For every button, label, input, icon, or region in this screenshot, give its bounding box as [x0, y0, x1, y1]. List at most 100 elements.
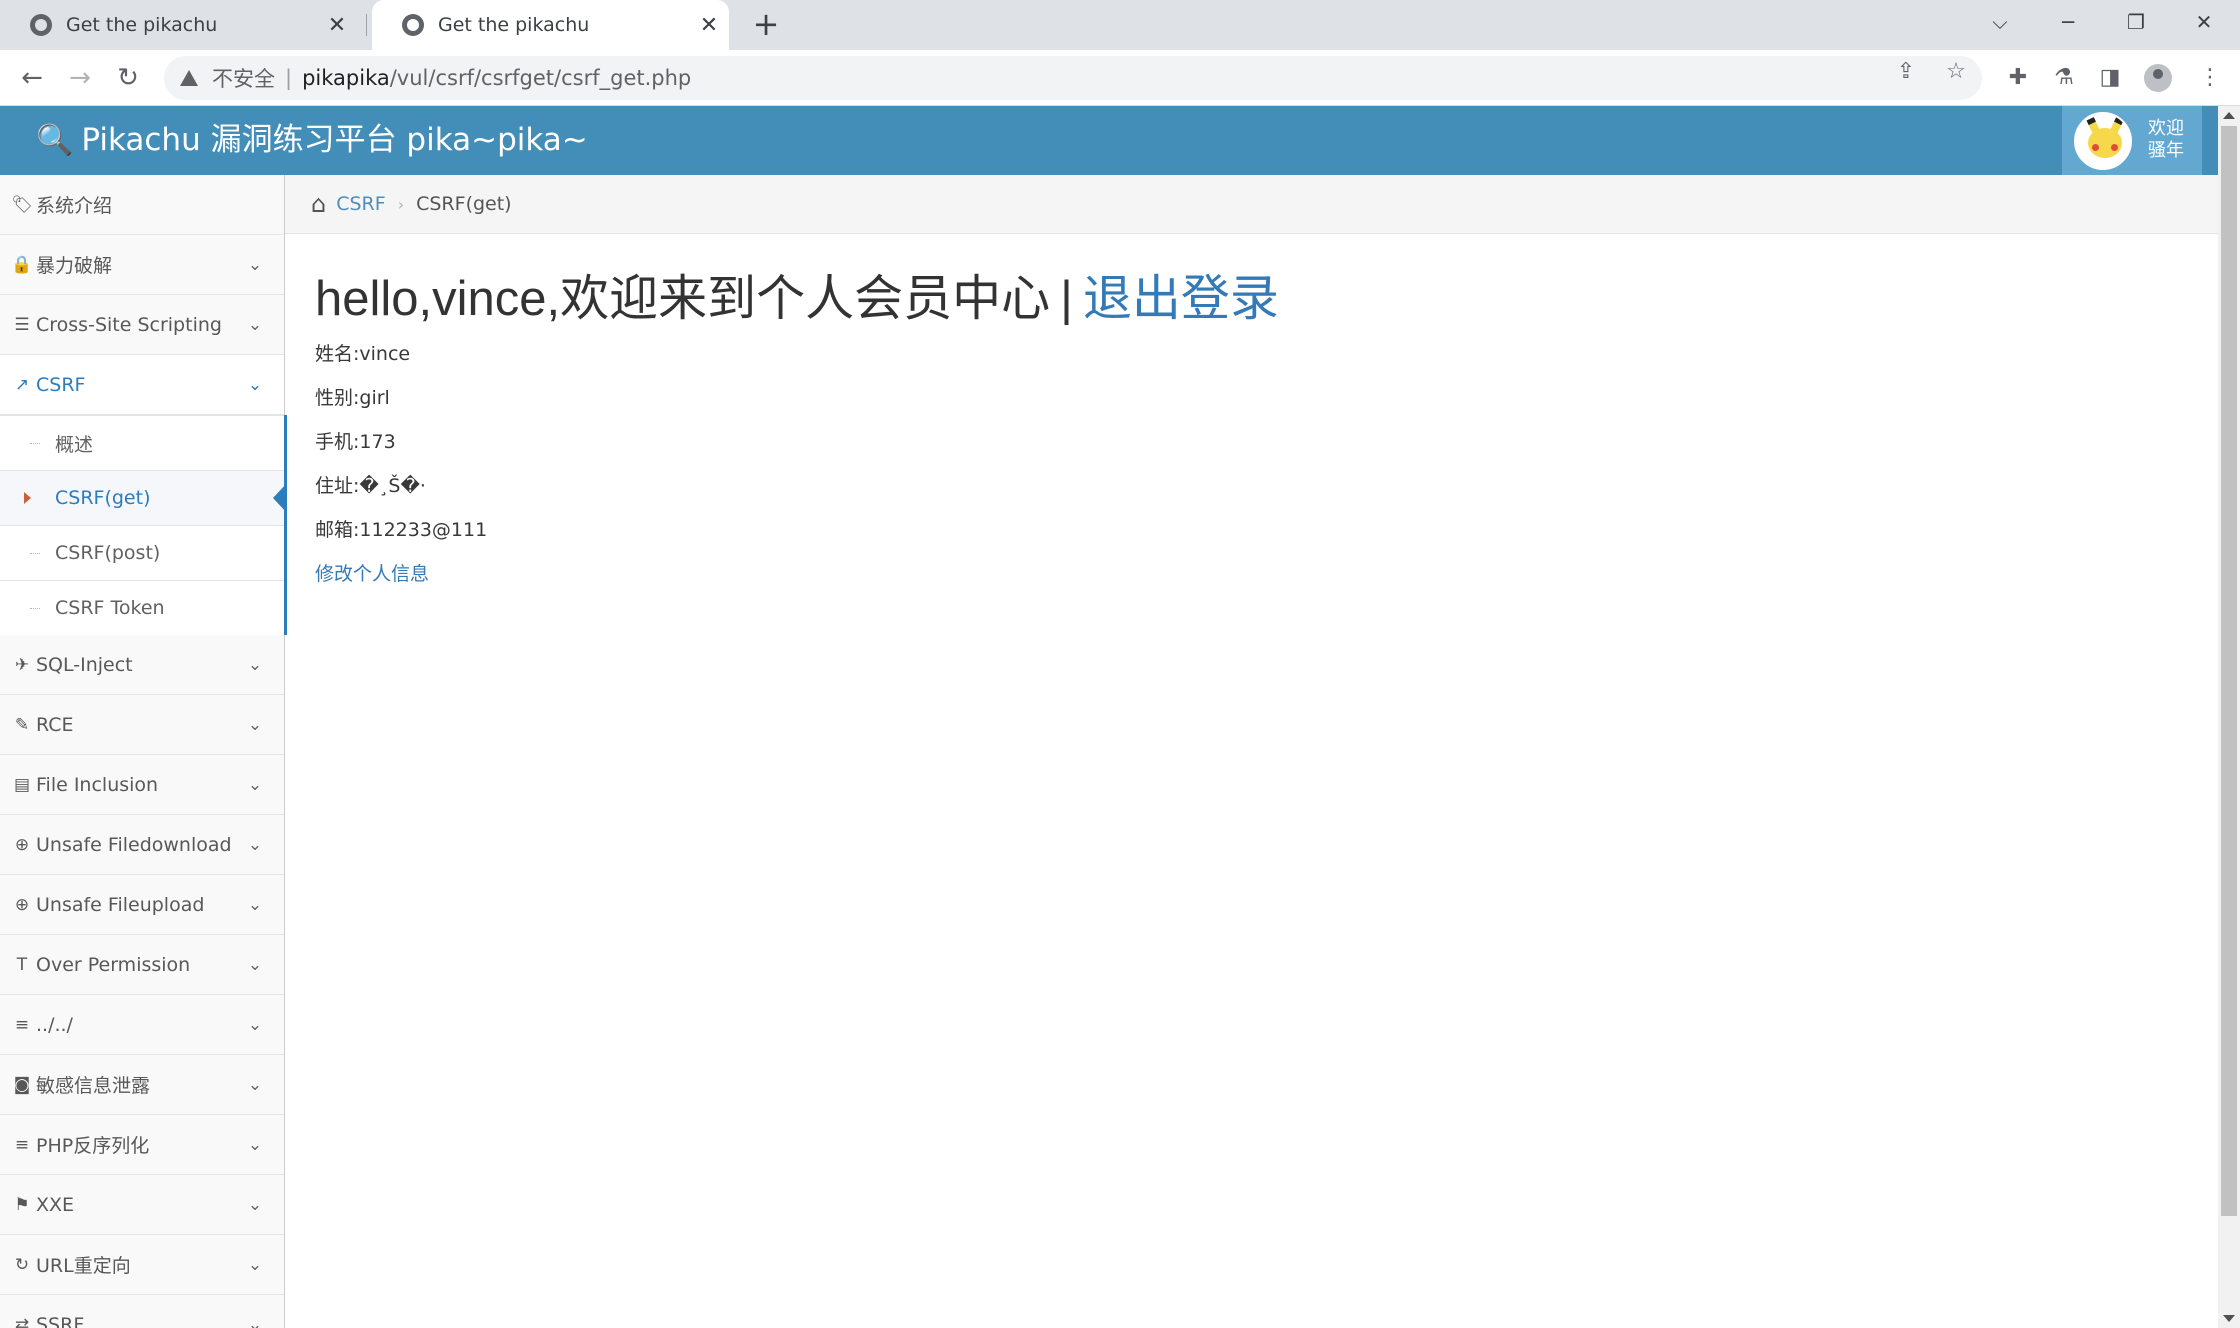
browser-tabstrip: Get the pikachu ✕ Get the pikachu ✕ + ⌵ …	[0, 0, 2240, 50]
chevron-down-icon: ⌄	[247, 834, 263, 855]
tab-title: Get the pikachu	[66, 14, 218, 36]
scroll-down-icon[interactable]	[2223, 1315, 2235, 1322]
globe-icon	[30, 14, 52, 36]
sidebar-item-intro[interactable]: 🏷 系统介绍	[0, 175, 284, 235]
external-link-icon: ↗	[14, 374, 30, 395]
chevron-down-icon: ⌄	[247, 1254, 263, 1275]
flask-icon[interactable]: ⚗	[2046, 60, 2082, 96]
list-icon: ☰	[14, 314, 30, 335]
tab-search-icon[interactable]: ⌵	[1970, 0, 2030, 44]
sidebar-item-ssrf[interactable]: ⇄ SSRF ⌄	[0, 1295, 284, 1328]
info-address: 住址:�¸Š�·	[315, 475, 426, 497]
chevron-down-icon: ⌄	[247, 374, 263, 395]
profile-icon[interactable]	[2144, 64, 2172, 92]
address-separator: |	[285, 66, 293, 90]
breadcrumb-csrf-link[interactable]: CSRF	[336, 193, 385, 215]
info-gender: 性别:girl	[315, 387, 390, 409]
page-viewport: 🔍 Pikachu 漏洞练习平台 pika~pika~ 欢迎骚年 🏷 系统介绍 🔒 暴力…	[0, 106, 2240, 1328]
sidebar-item-label: RCE	[36, 713, 74, 736]
share-icon[interactable]: ⇪	[1892, 58, 1920, 86]
browser-toolbar: ← → ↻ 不安全 | pikapika /vul/csrf/csrfget/c…	[0, 50, 2240, 106]
restore-button[interactable]: ❐	[2106, 0, 2166, 44]
chevron-down-icon: ⌄	[247, 314, 263, 335]
sidebar-item-xss[interactable]: ☰ Cross-Site Scripting ⌄	[0, 295, 284, 355]
browser-tab-2-active[interactable]: Get the pikachu ✕	[372, 0, 729, 50]
chevron-down-icon: ⌄	[247, 1134, 263, 1155]
warning-icon[interactable]	[180, 70, 198, 86]
scroll-up-icon[interactable]	[2223, 112, 2235, 119]
sidebar-item-label: SQL-Inject	[36, 653, 133, 676]
sidebar-item-label: Unsafe Filedownload	[36, 833, 232, 856]
browser-tab-1[interactable]: Get the pikachu ✕	[0, 0, 357, 50]
sidebar-item-xxe[interactable]: ⚑ XXE ⌄	[0, 1175, 284, 1235]
page-scrollbar[interactable]	[2218, 106, 2240, 1328]
info-email: 邮箱:112233@111	[315, 519, 488, 541]
close-window-button[interactable]: ✕	[2174, 0, 2234, 44]
back-icon[interactable]: ←	[14, 60, 50, 96]
tab-title: Get the pikachu	[438, 14, 590, 36]
sidebar-item-rce[interactable]: ✎ RCE ⌄	[0, 695, 284, 755]
submenu-item-overview[interactable]: 概述	[0, 415, 284, 470]
submenu-item-csrf-token[interactable]: CSRF Token	[0, 580, 284, 635]
side-panel-icon[interactable]: ◨	[2092, 60, 2128, 96]
chevron-down-icon: ⌄	[247, 1314, 263, 1328]
sidebar-item-dir-traversal[interactable]: ≡ ../../ ⌄	[0, 995, 284, 1055]
address-bar[interactable]: 不安全 | pikapika /vul/csrf/csrfget/csrf_ge…	[164, 56, 1982, 100]
sidebar-item-label: SSRF	[36, 1313, 85, 1328]
kebab-menu-icon[interactable]: ⋮	[2192, 60, 2228, 96]
security-label[interactable]: 不安全	[212, 63, 275, 93]
logout-link[interactable]: 退出登录	[1083, 272, 1279, 326]
sidebar-item-label: XXE	[36, 1193, 75, 1216]
sidebar-item-brute-force[interactable]: 🔒 暴力破解 ⌄	[0, 235, 284, 295]
sidebar-item-label: Cross-Site Scripting	[36, 313, 222, 336]
tab-close-icon[interactable]: ✕	[317, 13, 357, 38]
reload-icon[interactable]: ↻	[110, 60, 146, 96]
puzzle-icon[interactable]: ✚	[2000, 60, 2036, 96]
sidebar-item-label: 系统介绍	[36, 195, 113, 217]
edit-profile-link[interactable]: 修改个人信息	[315, 552, 2195, 596]
sidebar-item-label: Over Permission	[36, 953, 191, 976]
submenu-item-csrf-get[interactable]: CSRF(get)	[0, 470, 287, 525]
minimize-button[interactable]: ─	[2038, 0, 2098, 44]
brand-title: Pikachu 漏洞练习平台 pika~pika~	[81, 122, 588, 158]
camera-icon: ◙	[13, 1074, 31, 1095]
home-icon[interactable]: ⌂	[311, 190, 326, 218]
sidebar-item-unsafe-fileupload[interactable]: ⊕ Unsafe Fileupload ⌄	[0, 875, 284, 935]
star-icon[interactable]: ☆	[1942, 58, 1970, 86]
info-phone: 手机:173	[315, 431, 396, 453]
plane-icon: ✈	[14, 654, 30, 675]
brand-logo[interactable]: 🔍 Pikachu 漏洞练习平台 pika~pika~	[36, 106, 588, 175]
sidebar-item-sql-inject[interactable]: ✈ SQL-Inject ⌄	[0, 635, 284, 695]
info-name: 姓名:vince	[315, 343, 411, 365]
main-content: hello,vince,欢迎来到个人会员中心 | 退出登录 姓名:vince 性别:…	[315, 266, 2195, 596]
chevron-down-icon: ⌄	[247, 954, 263, 975]
breadcrumb-current: CSRF(get)	[416, 193, 512, 215]
sidebar-item-unsafe-filedownload[interactable]: ⊕ Unsafe Filedownload ⌄	[0, 815, 284, 875]
top-navbar: 🔍 Pikachu 漏洞练习平台 pika~pika~ 欢迎骚年	[0, 106, 2218, 175]
url-path[interactable]: /vul/csrf/csrfget/csrf_get.php	[390, 66, 692, 90]
sidebar-item-label: URL重定向	[36, 1255, 131, 1277]
greeting-text: hello,vince,欢迎来到个人会员中心	[315, 272, 1051, 326]
url-host[interactable]: pikapika	[302, 66, 390, 90]
sidebar-item-csrf[interactable]: ↗ CSRF ⌄	[0, 355, 284, 415]
tab-close-icon[interactable]: ✕	[689, 13, 729, 38]
align-icon: ≡	[14, 1134, 30, 1155]
sidebar-item-file-inclusion[interactable]: ▤ File Inclusion ⌄	[0, 755, 284, 815]
chevron-down-icon: ⌄	[247, 1194, 263, 1215]
scroll-thumb[interactable]	[2221, 126, 2237, 1216]
chevron-down-icon: ⌄	[247, 1074, 263, 1095]
sidebar-item-label: 敏感信息泄露	[36, 1075, 151, 1097]
sidebar-item-over-permission[interactable]: T Over Permission ⌄	[0, 935, 284, 995]
forward-icon[interactable]: →	[62, 60, 98, 96]
sidebar-item-info-leak[interactable]: ◙ 敏感信息泄露 ⌄	[0, 1055, 284, 1115]
sidebar-item-php-unserialize[interactable]: ≡ PHP反序列化 ⌄	[0, 1115, 284, 1175]
breadcrumb: ⌂ CSRF › CSRF(get)	[285, 175, 2218, 234]
sidebar-item-url-redirect[interactable]: ↻ URL重定向 ⌄	[0, 1235, 284, 1295]
user-welcome: 欢迎骚年	[2148, 118, 2184, 161]
new-tab-button[interactable]: +	[748, 6, 784, 42]
submenu-item-csrf-post[interactable]: CSRF(post)	[0, 525, 284, 580]
download-circle-icon: ⊕	[14, 834, 30, 855]
exchange-icon: ⇄	[14, 1314, 30, 1328]
chevron-down-icon: ⌄	[247, 714, 263, 735]
user-menu[interactable]: 欢迎骚年	[2062, 106, 2202, 175]
